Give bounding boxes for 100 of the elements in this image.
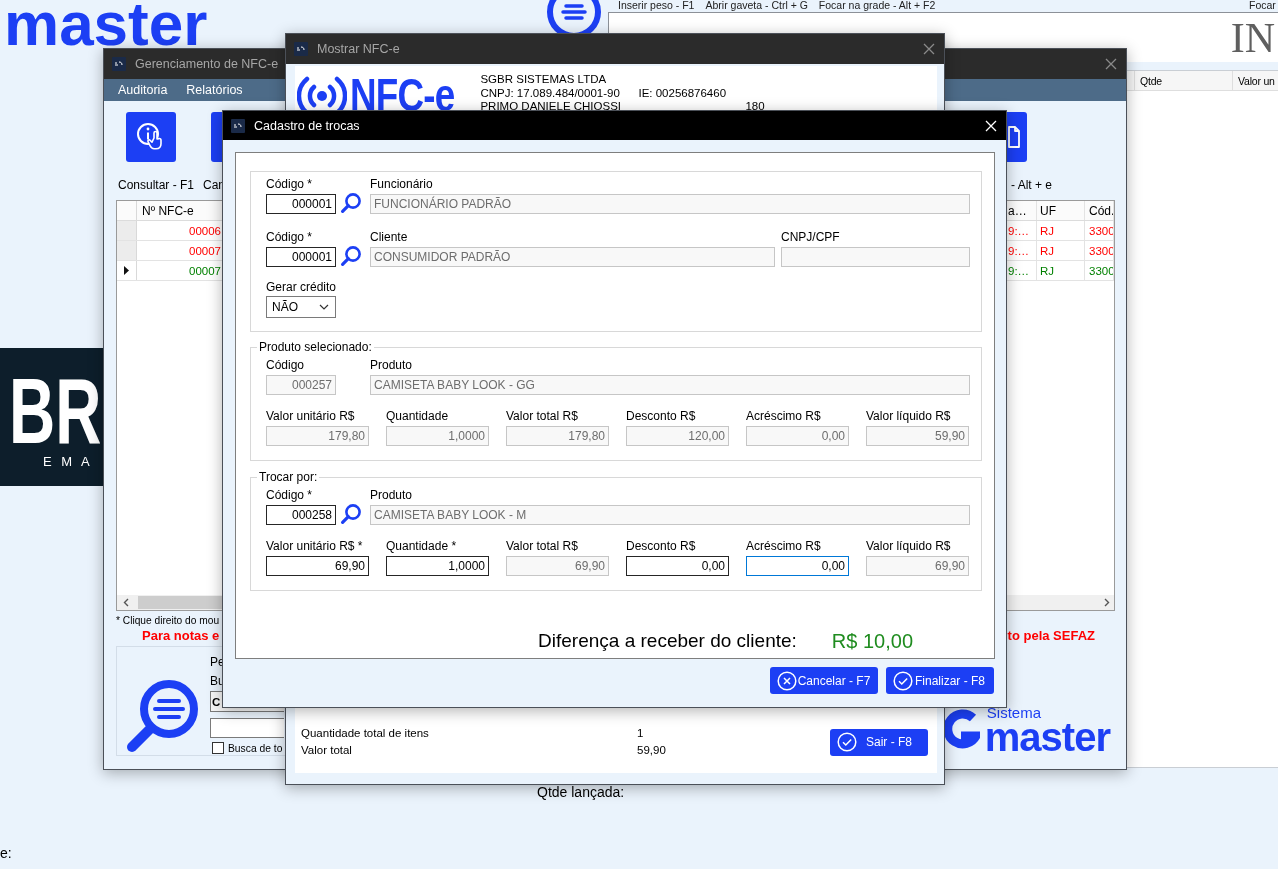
- field-label: Quantidade *: [386, 539, 457, 553]
- field-label: Acréscimo R$: [746, 539, 821, 553]
- logo-text: BR: [9, 375, 102, 450]
- table-cell: 9:…: [1008, 264, 1030, 277]
- group-title: Trocar por:: [258, 471, 319, 484]
- confirm-button[interactable]: Finalizar - F8: [886, 667, 994, 694]
- search-icon: [124, 677, 200, 755]
- scroll-right-icon[interactable]: [1104, 598, 1110, 608]
- scroll-left-icon[interactable]: [123, 598, 129, 608]
- table-cell: 00007: [189, 264, 221, 277]
- text-field[interactable]: 000001: [266, 247, 336, 267]
- nfce-logo-text: NFC-e: [350, 72, 455, 118]
- hint-text: * Clique direito do mou: [116, 614, 220, 628]
- field-label: Acréscimo R$: [746, 409, 821, 423]
- credit-select[interactable]: NÃO: [266, 296, 336, 318]
- column-header: Valor un: [1238, 74, 1275, 87]
- field-label: Qtde lançada:: [537, 784, 625, 800]
- app-icon: [294, 42, 308, 56]
- app-icon: [231, 118, 245, 133]
- brand-name: Sistema: [986, 705, 1041, 720]
- toolbar-label: Consultar - F1: [118, 178, 195, 192]
- company-name: SGBR SISTEMAS LTDA: [480, 73, 608, 87]
- field-label: Código *: [266, 177, 313, 191]
- field-label: Valor total R$: [506, 539, 578, 553]
- field-label: Gerar crédito: [266, 280, 337, 294]
- field-label: Produto: [370, 358, 413, 372]
- text-field[interactable]: 0,00: [626, 556, 729, 576]
- search-icon[interactable]: [340, 503, 362, 525]
- menu-item[interactable]: Relatórios: [186, 83, 243, 97]
- difference-label: Diferença a receber do cliente:: [538, 629, 797, 653]
- field-label: Funcionário: [370, 177, 433, 191]
- total-value: 1: [637, 726, 645, 741]
- logo-text: E M A: [43, 455, 93, 470]
- text-field[interactable]: 1,0000: [386, 556, 489, 576]
- brand-name: master: [4, 0, 208, 48]
- group-title: Produto selecionado:: [258, 341, 373, 354]
- field-label: Valor unitário R$: [266, 409, 355, 423]
- text-field[interactable]: 0,00: [746, 556, 849, 576]
- text-field[interactable]: 000258: [266, 505, 336, 525]
- menu-item[interactable]: Auditoria: [118, 83, 168, 97]
- search-icon[interactable]: [340, 192, 362, 214]
- difference-value: R$ 10,00: [831, 629, 913, 653]
- column-header: Nº NFC-e: [142, 203, 194, 218]
- field-label: CNPJ/CPF: [781, 230, 840, 244]
- checkbox-label: Busca de to: [228, 742, 283, 754]
- table-cell: 9:…: [1008, 244, 1030, 257]
- close-circle-icon: [777, 670, 797, 691]
- company-ie: IE: 00256876460: [638, 86, 728, 100]
- warning-text: to pela SEFAZ: [1007, 627, 1095, 643]
- display-value: IN: [1230, 16, 1275, 59]
- table-cell: 00007: [189, 244, 221, 257]
- field-label: Valor total R$: [506, 409, 578, 423]
- text-field[interactable]: 000001: [266, 194, 336, 214]
- column-header: UF: [1040, 203, 1056, 218]
- warning-text: Para notas e: [142, 627, 220, 643]
- field-label: Desconto R$: [626, 539, 696, 553]
- brand-name: master: [984, 720, 1110, 754]
- total-label: Valor total: [301, 743, 353, 758]
- column-header: Qtde: [1140, 74, 1162, 87]
- check-circle-icon: [837, 732, 857, 752]
- field-label: e:: [0, 845, 12, 861]
- customer-name: PRIMO DANIELE CHIOSSI: [480, 100, 623, 114]
- column-header: a…: [1008, 203, 1027, 218]
- window-title: Mostrar NFC-e: [317, 42, 400, 56]
- text-field[interactable]: 69,90: [266, 556, 369, 576]
- search-icon[interactable]: [340, 245, 362, 267]
- window-title: Cadastro de trocas: [254, 118, 360, 133]
- company-cnpj: CNPJ: 17.089.484/0001-90: [480, 86, 621, 100]
- app-icon: [112, 57, 126, 71]
- checkbox[interactable]: [212, 742, 224, 754]
- field-label: Produto: [370, 488, 413, 502]
- shortcut-hint: Focar: [1249, 0, 1276, 11]
- field-label: Cliente: [370, 230, 408, 244]
- customer-value: 180: [745, 100, 765, 114]
- table-cell: 00006: [189, 224, 221, 237]
- field-label: Valor unitário R$ *: [266, 539, 363, 553]
- total-label: Quantidade total de itens: [301, 726, 430, 741]
- toolbar-label: - Alt + e: [1010, 178, 1052, 192]
- column-header: Cód.: [1089, 203, 1113, 218]
- field-label: Código: [266, 358, 305, 372]
- cancel-button[interactable]: Cancelar - F7: [770, 667, 878, 694]
- shortcut-hint: Abrir gaveta - Ctrl + G: [705, 0, 808, 11]
- table-cell: RJ: [1040, 264, 1055, 277]
- shortcut-hint: Focar na grade - Alt + F2: [818, 0, 936, 11]
- table-cell: RJ: [1040, 244, 1055, 257]
- search-field[interactable]: [210, 718, 284, 738]
- total-value: 59,90: [637, 743, 666, 758]
- toolbar-button[interactable]: [126, 112, 176, 162]
- row-pointer-icon: [124, 266, 129, 275]
- field-label: Desconto R$: [626, 409, 696, 423]
- shortcut-hint: Inserir peso - F1: [618, 0, 695, 11]
- confirm-button[interactable]: Sair - F8: [830, 728, 928, 756]
- table-cell: RJ: [1040, 224, 1055, 237]
- field-label: Valor líquido R$: [866, 539, 951, 553]
- field-label: Código *: [266, 230, 313, 244]
- document-icon: [1008, 126, 1020, 148]
- check-circle-icon: [893, 670, 913, 691]
- field-label: Valor líquido R$: [866, 409, 951, 423]
- table-cell: 9:…: [1008, 224, 1030, 237]
- field-label: Código *: [266, 488, 313, 502]
